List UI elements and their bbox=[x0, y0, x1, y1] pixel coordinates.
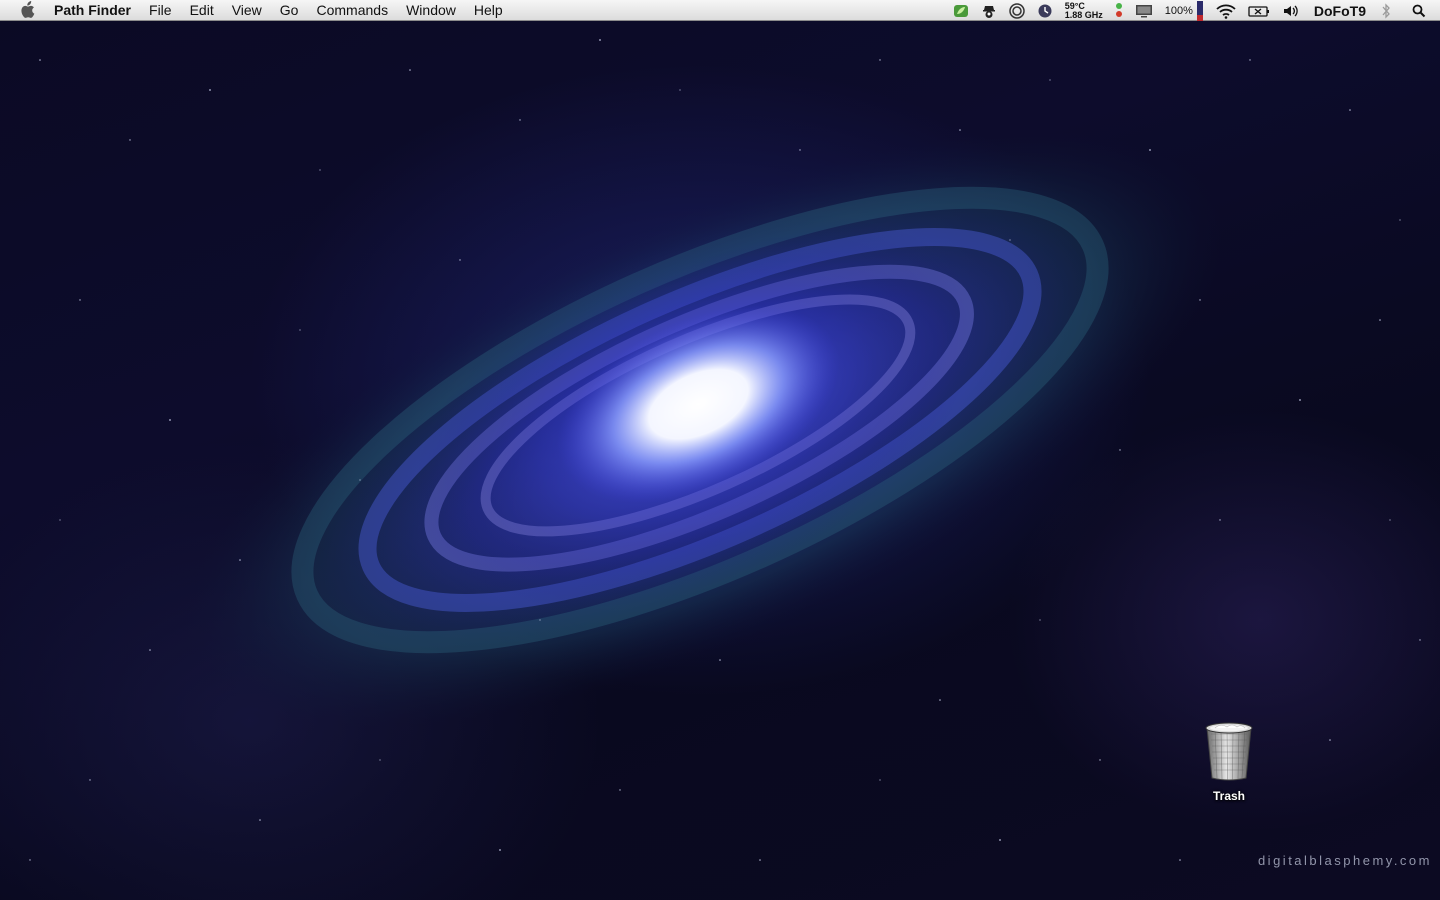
traffic-light-icon[interactable] bbox=[1115, 0, 1123, 21]
menu-commands[interactable]: Commands bbox=[307, 0, 397, 21]
cpu-speed: 1.88 GHz bbox=[1064, 9, 1103, 20]
volume-icon[interactable] bbox=[1282, 0, 1300, 21]
trash-icon bbox=[1205, 722, 1253, 781]
trash-label: Trash bbox=[1212, 789, 1245, 803]
desktop: Path Finder File Edit View Go Commands W… bbox=[0, 0, 1440, 900]
display-icon[interactable] bbox=[1135, 0, 1153, 21]
menu-extras: 59°C 1.88 GHz 100% DoFoT9 bbox=[947, 0, 1440, 21]
menu-app-name[interactable]: Path Finder bbox=[52, 0, 140, 21]
apple-icon[interactable] bbox=[18, 1, 36, 19]
menu-file[interactable]: File bbox=[140, 0, 181, 21]
wifi-icon[interactable] bbox=[1216, 0, 1236, 21]
menu-view[interactable]: View bbox=[223, 0, 271, 21]
menu-help[interactable]: Help bbox=[465, 0, 512, 21]
wallpaper-watermark: digitalblasphemy.com bbox=[1257, 853, 1432, 868]
trash[interactable]: Trash bbox=[1193, 720, 1265, 803]
time-machine-icon[interactable] bbox=[1248, 0, 1270, 21]
menu-bar: Path Finder File Edit View Go Commands W… bbox=[0, 0, 1440, 21]
cpu-monitor[interactable]: 59°C 1.88 GHz bbox=[1065, 0, 1103, 21]
menu-edit[interactable]: Edit bbox=[181, 0, 223, 21]
battery-status[interactable]: 100% bbox=[1165, 0, 1204, 21]
menu-window[interactable]: Window bbox=[397, 0, 465, 21]
menu-go[interactable]: Go bbox=[271, 0, 308, 21]
spotlight-icon[interactable] bbox=[1412, 0, 1426, 21]
app-circle-icon[interactable] bbox=[1008, 0, 1025, 21]
bluetooth-icon[interactable] bbox=[1380, 0, 1392, 21]
leaf-icon[interactable] bbox=[953, 0, 969, 21]
battery-icon bbox=[1196, 0, 1203, 21]
user-name[interactable]: DoFoT9 bbox=[1314, 0, 1366, 21]
spy-icon[interactable] bbox=[981, 0, 997, 21]
clock-dial-icon[interactable] bbox=[1037, 0, 1053, 21]
battery-percent: 100% bbox=[1164, 4, 1193, 17]
